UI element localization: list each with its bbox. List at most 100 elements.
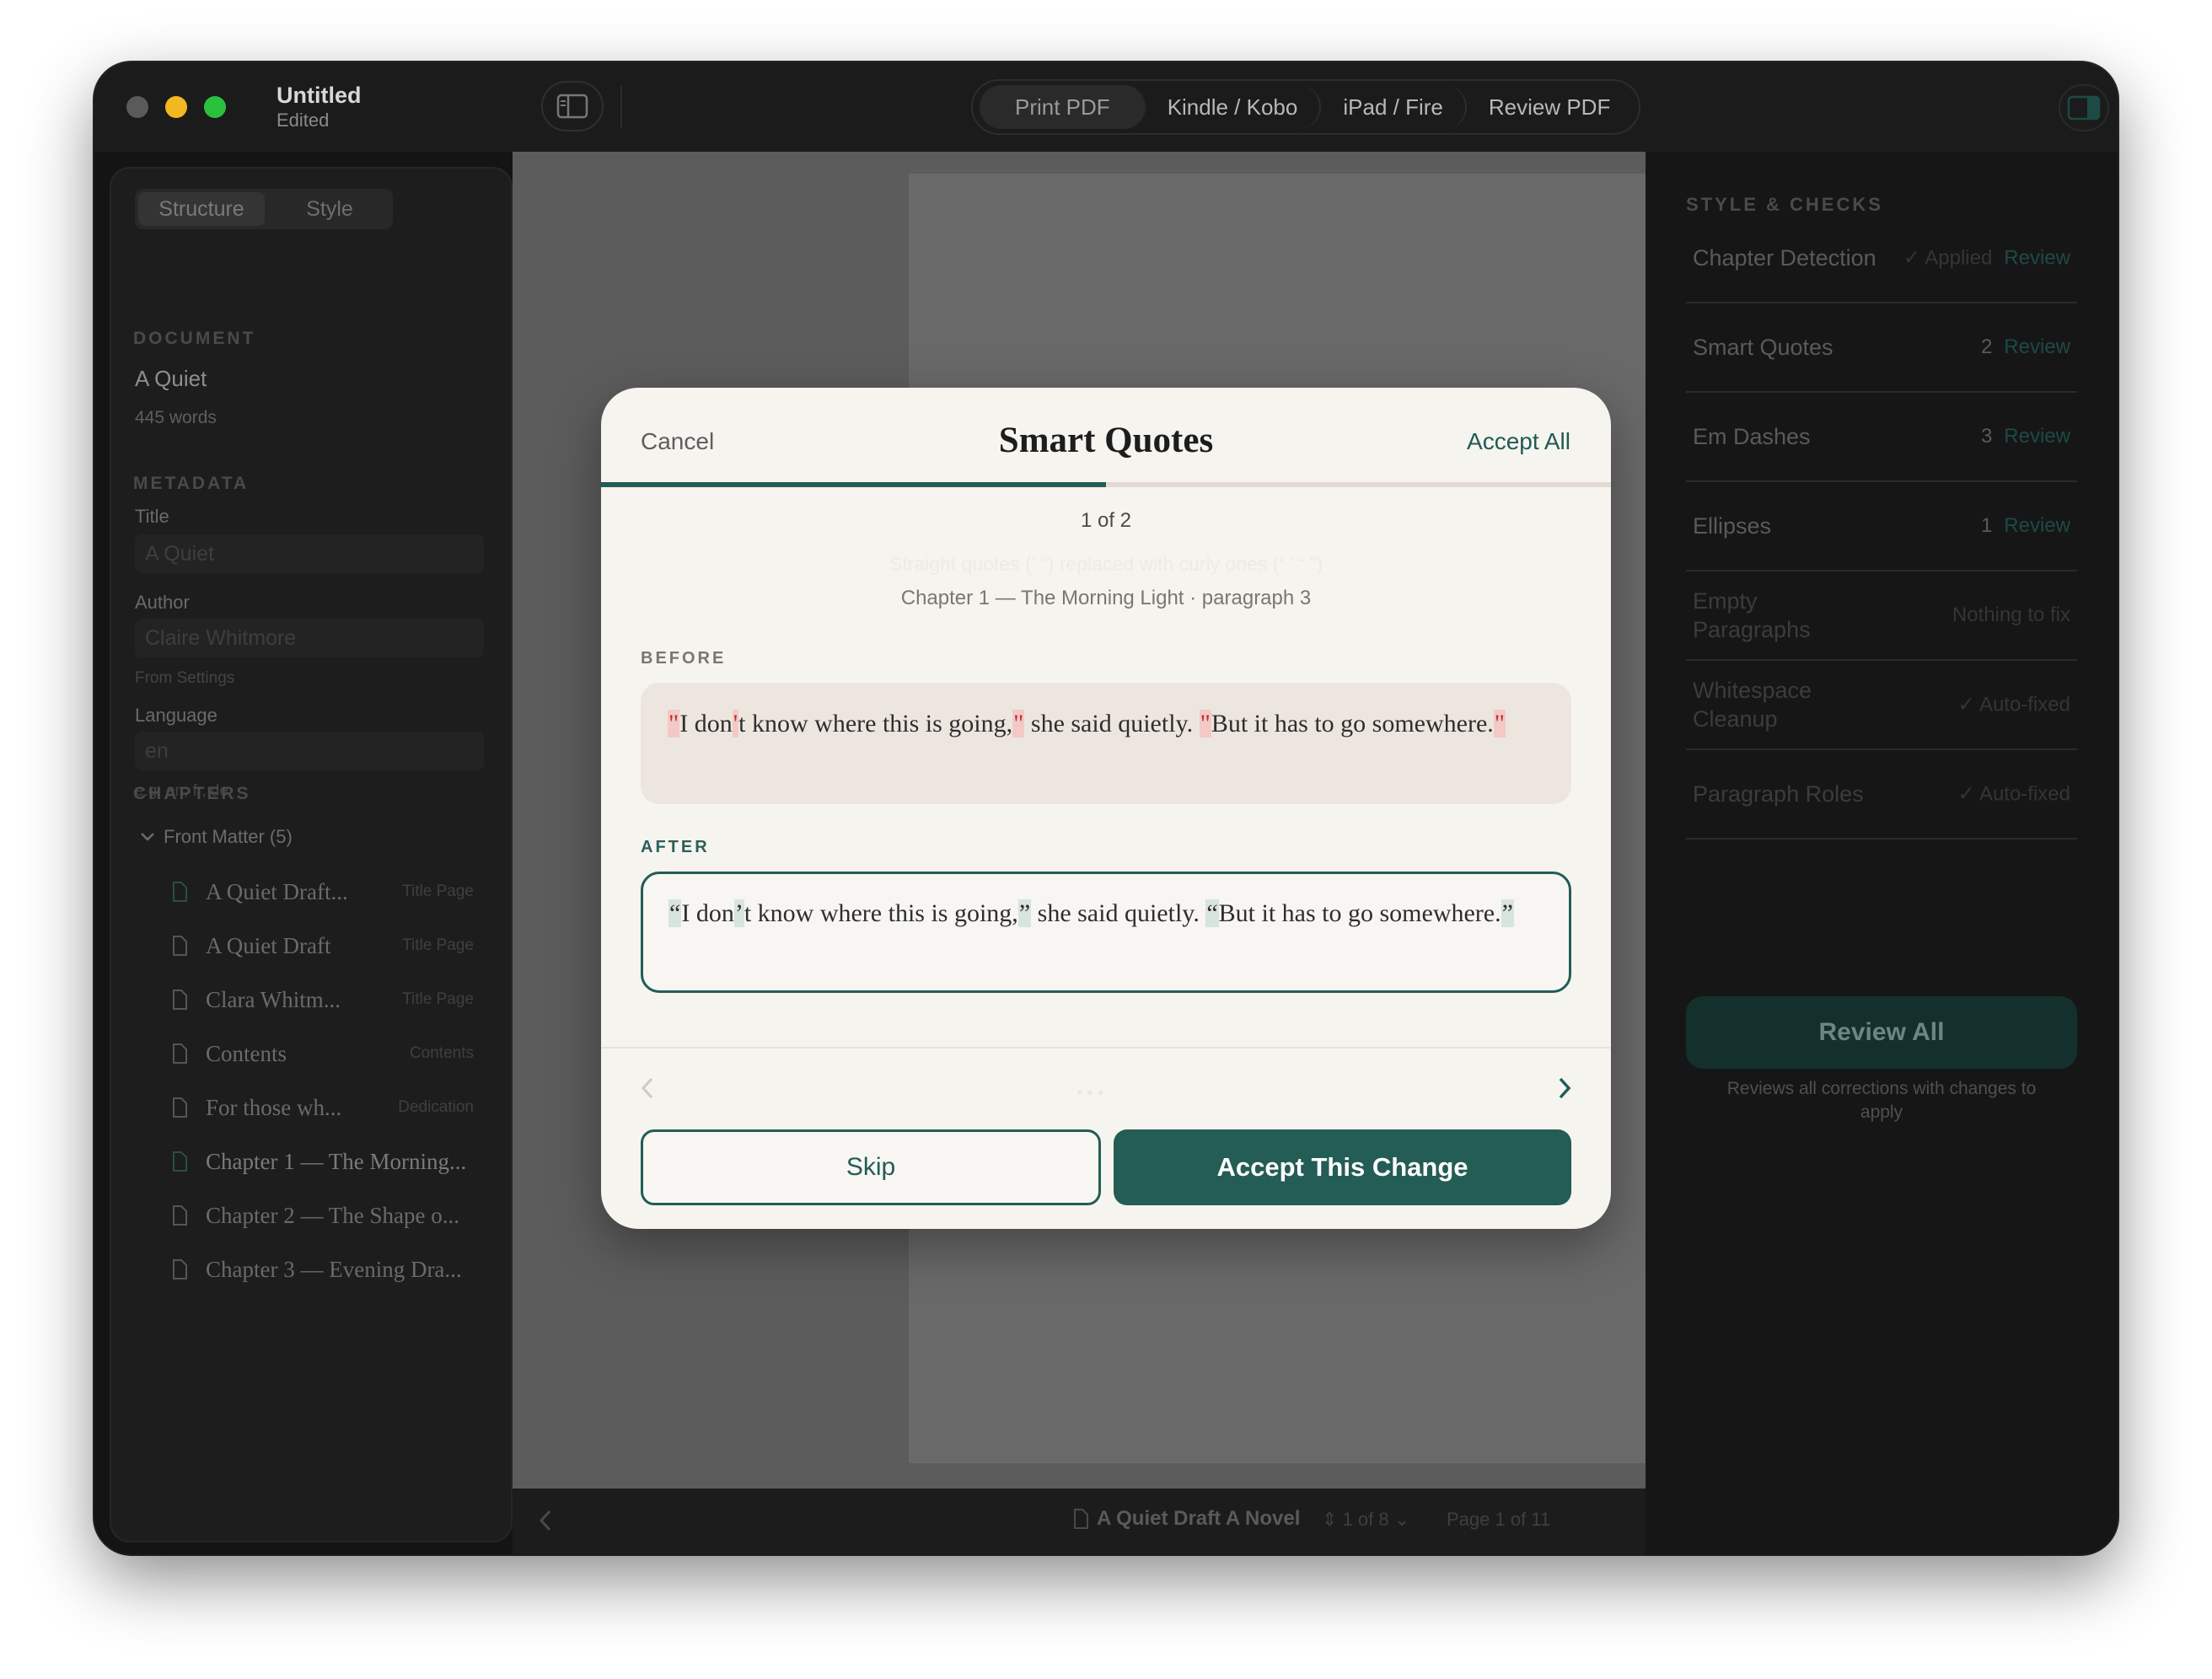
chapter-item[interactable]: Chapter 2 — The Shape o...: [137, 1192, 491, 1239]
author-field-label: Author: [135, 592, 190, 613]
chapter-name: Chapter 1 — The Morning...: [206, 1148, 467, 1174]
tab-print-pdf[interactable]: Print PDF: [980, 85, 1146, 129]
chapter-item[interactable]: Chapter 3 — Evening Dra...: [137, 1246, 491, 1293]
check-name: Empty Paragraphs: [1693, 588, 1811, 642]
metadata-section-label: METADATA: [133, 474, 250, 493]
chapter-name: For those wh...: [206, 1094, 342, 1120]
text-segment: I don: [679, 710, 733, 738]
chapters-section-label: CHAPTERS: [133, 784, 251, 803]
sidebar-toggle-button[interactable]: [541, 81, 604, 131]
chapter-item[interactable]: A Quiet Draft... Title Page: [137, 868, 491, 915]
check-name: Em Dashes: [1693, 424, 1811, 449]
title-input[interactable]: A Quiet: [135, 534, 484, 573]
check-name: Ellipses: [1693, 513, 1772, 539]
front-matter-group[interactable]: Front Matter (5): [140, 826, 293, 848]
before-label: BEFORE: [641, 649, 727, 668]
previous-change-button[interactable]: [640, 1076, 655, 1105]
chapter-item[interactable]: Contents Contents: [137, 1030, 491, 1077]
check-count: 2: [1980, 335, 1993, 358]
check-count: 3: [1980, 425, 1993, 448]
quote-highlight: ": [1012, 710, 1025, 738]
tab-kindle-kobo[interactable]: Kindle / Kobo: [1146, 85, 1322, 129]
review-button[interactable]: Review: [2004, 246, 2070, 270]
author-input[interactable]: Claire Whitmore: [135, 619, 484, 657]
review-progress-fill: [601, 482, 1106, 487]
check-chapter-detection: Chapter Detection ✓ Applied Review: [1686, 214, 2077, 303]
language-input[interactable]: en: [135, 732, 484, 770]
review-button[interactable]: Review: [2004, 425, 2070, 448]
tab-structure[interactable]: Structure: [138, 192, 265, 226]
quote-highlight: “: [668, 899, 682, 927]
quote-highlight: ": [1493, 710, 1506, 738]
text-segment: t know where this is going,: [738, 710, 1013, 738]
chapter-name: A Quiet Draft...: [206, 878, 348, 904]
document-icon: [167, 1259, 192, 1279]
tab-ipad-fire[interactable]: iPad / Fire: [1321, 85, 1467, 129]
quote-highlight: ”: [1501, 899, 1514, 927]
back-button[interactable]: [538, 1509, 553, 1537]
accept-all-button[interactable]: Accept All: [1467, 428, 1570, 455]
chapter-count: 1 of 8: [1342, 1509, 1389, 1530]
author-hint: From Settings: [135, 669, 235, 687]
chapter-name: Chapter 3 — Evening Dra...: [206, 1256, 462, 1282]
check-name: Paragraph Roles: [1693, 781, 1864, 807]
chevron-left-icon: [641, 1077, 653, 1099]
document-icon: [1074, 1509, 1088, 1529]
after-label: AFTER: [641, 838, 710, 856]
review-button[interactable]: Review: [2004, 514, 2070, 538]
chapter-item[interactable]: For those wh... Dedication: [137, 1084, 491, 1131]
review-all-button[interactable]: Review All: [1686, 996, 2077, 1069]
check-name: Whitespace Cleanup: [1693, 678, 1812, 732]
sidebar-icon: [556, 94, 588, 119]
sidebar-tabs: Structure Style: [135, 189, 393, 229]
before-text: "I don't know where this is going," she …: [641, 683, 1571, 804]
check-status: ✓ Auto-fixed: [1957, 693, 2070, 716]
output-format-tabs: Print PDF Kindle / Kobo iPad / Fire Revi…: [971, 79, 1641, 135]
chapter-item[interactable]: Chapter 1 — The Morning...: [137, 1138, 491, 1185]
front-matter-label: Front Matter (5): [164, 826, 293, 847]
review-button[interactable]: Review: [2004, 335, 2070, 359]
check-status: ✓ Auto-fixed: [1957, 782, 2070, 806]
title-bar: Untitled Edited Print PDF Kindle / Kobo …: [94, 62, 2118, 152]
inspector-toggle-button[interactable]: [2059, 84, 2109, 131]
chapter-type: Contents: [409, 1044, 474, 1062]
after-text: “I don’t know where this is going,” she …: [641, 872, 1571, 993]
rule-description: Straight quotes (' ") replaced with curl…: [889, 553, 1323, 575]
quote-highlight: ": [668, 710, 680, 738]
check-status: Nothing to fix: [1952, 603, 2070, 626]
chapter-stepper[interactable]: ⇕ 1 of 8 ⌄: [1322, 1509, 1409, 1531]
tab-review-pdf[interactable]: Review PDF: [1467, 85, 1632, 129]
tab-style[interactable]: Style: [266, 189, 393, 229]
chevron-left-icon: [539, 1510, 551, 1531]
document-icon: [167, 990, 192, 1010]
close-window-button[interactable]: [126, 96, 148, 118]
word-count: 445 words: [135, 408, 217, 427]
chevron-right-icon: [1559, 1077, 1571, 1099]
document-icon: [167, 936, 192, 956]
smart-quotes-dialog: Cancel Smart Quotes Accept All 1 of 2 St…: [601, 388, 1611, 1229]
chapter-item[interactable]: A Quiet Draft Title Page: [137, 922, 491, 969]
title-field-label: Title: [135, 506, 169, 527]
document-icon: [167, 882, 192, 902]
check-name: Smart Quotes: [1693, 335, 1833, 360]
quote-highlight: ”: [1017, 899, 1032, 927]
skip-button[interactable]: Skip: [641, 1129, 1101, 1205]
chapter-name: Chapter 2 — The Shape o...: [206, 1202, 459, 1228]
minimize-window-button[interactable]: [165, 96, 187, 118]
maximize-window-button[interactable]: [204, 96, 226, 118]
check-paragraph-roles: Paragraph Roles ✓ Auto-fixed: [1686, 750, 2077, 840]
accept-change-button[interactable]: Accept This Change: [1114, 1129, 1571, 1205]
next-change-button[interactable]: [1557, 1076, 1572, 1105]
document-icon: [167, 1043, 192, 1064]
document-icon: [167, 1151, 192, 1172]
change-location: Chapter 1 — The Morning Light · paragrap…: [900, 587, 1312, 609]
text-segment: t know where this is going,: [744, 899, 1018, 927]
review-progress-bar: [601, 482, 1611, 487]
chapter-item[interactable]: Clara Whitm... Title Page: [137, 976, 491, 1023]
chapter-name: Contents: [206, 1040, 287, 1066]
book-title-text: A Quiet Draft A Novel: [1097, 1507, 1301, 1530]
text-segment: I don: [681, 899, 734, 927]
chapter-type: Title Page: [402, 990, 474, 1008]
dialog-divider: [601, 1047, 1611, 1049]
page-indicator: Page 1 of 11: [1447, 1509, 1551, 1530]
